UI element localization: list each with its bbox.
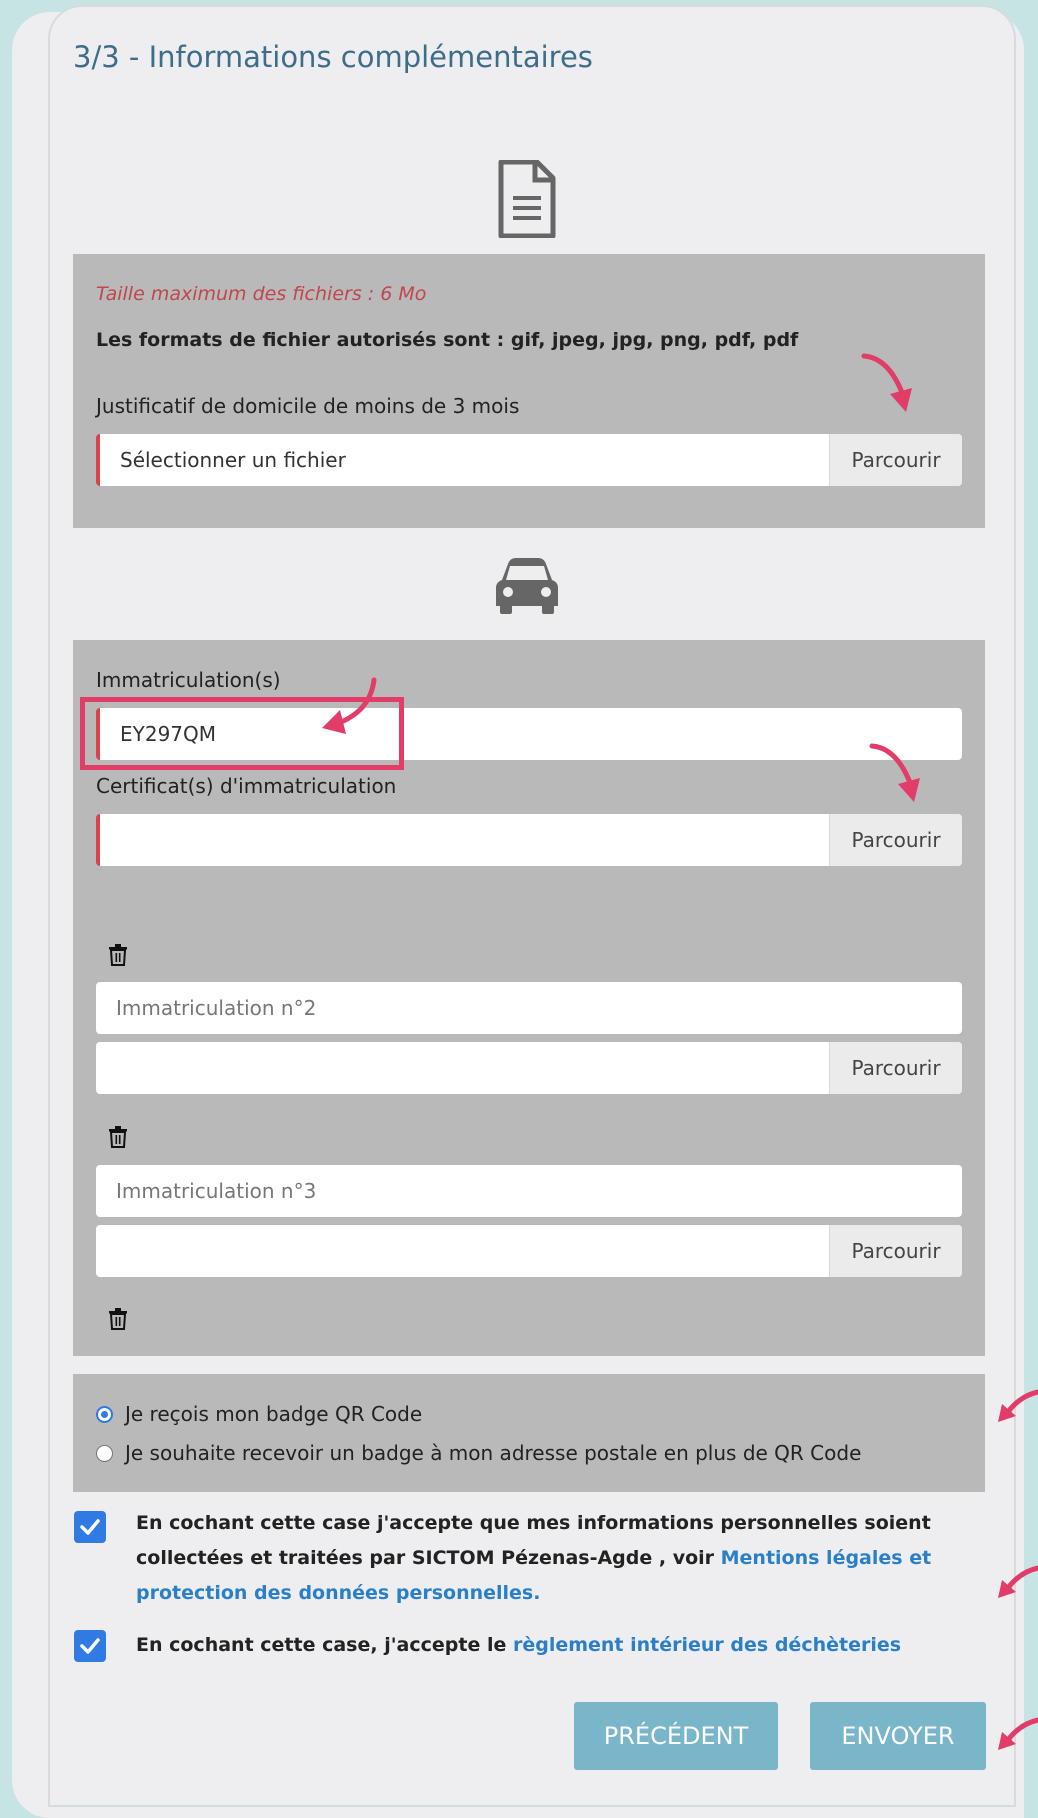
consent-checkbox-data[interactable]	[74, 1511, 106, 1543]
rules-link[interactable]: règlement intérieur des déchèteries	[513, 1634, 901, 1656]
proof-placeholder: Sélectionner un fichier	[120, 448, 346, 472]
annotation-arrow-icon	[998, 1389, 1038, 1422]
annotation-arrow-icon	[998, 1565, 1038, 1598]
annotation-arrow-icon	[869, 743, 920, 802]
badge-options-section	[73, 1374, 985, 1492]
certificate3-file-field[interactable]: Parcourir	[96, 1225, 962, 1277]
document-icon	[498, 160, 556, 238]
certificate-browse-button[interactable]: Parcourir	[829, 814, 962, 866]
consent-data-text: En cochant cette case j'accepte que mes …	[136, 1506, 956, 1611]
certificate-label: Certificat(s) d'immatriculation	[96, 774, 397, 798]
annotation-arrow-icon	[998, 1717, 1038, 1750]
page-title: 3/3 - Informations complémentaires	[73, 40, 593, 74]
badge-option-qr[interactable]: Je reçois mon badge QR Code	[96, 1402, 422, 1426]
badge-option-postal[interactable]: Je souhaite recevoir un badge à mon adre…	[96, 1441, 861, 1465]
annotation-arrow-icon	[861, 353, 912, 412]
certificate2-file-field[interactable]: Parcourir	[96, 1042, 962, 1094]
plate3-placeholder: Immatriculation n°3	[116, 1179, 317, 1203]
proof-label: Justificatif de domicile de moins de 3 m…	[96, 394, 520, 418]
radio-selected[interactable]	[96, 1405, 113, 1423]
checkmark-icon	[80, 1638, 100, 1654]
trash-icon[interactable]	[108, 1308, 128, 1330]
trash-icon[interactable]	[108, 944, 128, 966]
formats-note: Les formats de fichier autorisés sont : …	[96, 329, 799, 351]
trash-icon[interactable]	[108, 1126, 128, 1148]
max-size-note: Taille maximum des fichiers : 6 Mo	[96, 283, 427, 305]
badge-option-qr-label: Je reçois mon badge QR Code	[125, 1402, 423, 1426]
consent-rules-label: En cochant cette case, j'accepte le	[136, 1634, 513, 1656]
previous-button[interactable]: PRÉCÉDENT	[574, 1702, 778, 1770]
plate2-input[interactable]: Immatriculation n°2	[96, 982, 962, 1034]
proof-browse-button[interactable]: Parcourir	[829, 434, 962, 486]
send-button[interactable]: ENVOYER	[810, 1702, 986, 1770]
consent-rules-text: En cochant cette case, j'accepte le règl…	[136, 1628, 956, 1663]
badge-option-postal-label: Je souhaite recevoir un badge à mon adre…	[125, 1441, 862, 1465]
certificate2-browse-button[interactable]: Parcourir	[829, 1042, 962, 1094]
certificate-file-field[interactable]: Parcourir	[96, 814, 962, 866]
consent-checkbox-rules[interactable]	[74, 1630, 106, 1662]
radio-unselected[interactable]	[96, 1444, 113, 1462]
certificate3-browse-button[interactable]: Parcourir	[829, 1225, 962, 1277]
checkmark-icon	[80, 1519, 100, 1535]
plate-label: Immatriculation(s)	[96, 668, 281, 692]
car-icon	[496, 558, 558, 614]
plate3-input[interactable]: Immatriculation n°3	[96, 1165, 962, 1217]
proof-file-field[interactable]: Sélectionner un fichier Parcourir	[96, 434, 962, 486]
annotation-arrow-icon	[322, 677, 377, 734]
plate2-placeholder: Immatriculation n°2	[116, 996, 317, 1020]
